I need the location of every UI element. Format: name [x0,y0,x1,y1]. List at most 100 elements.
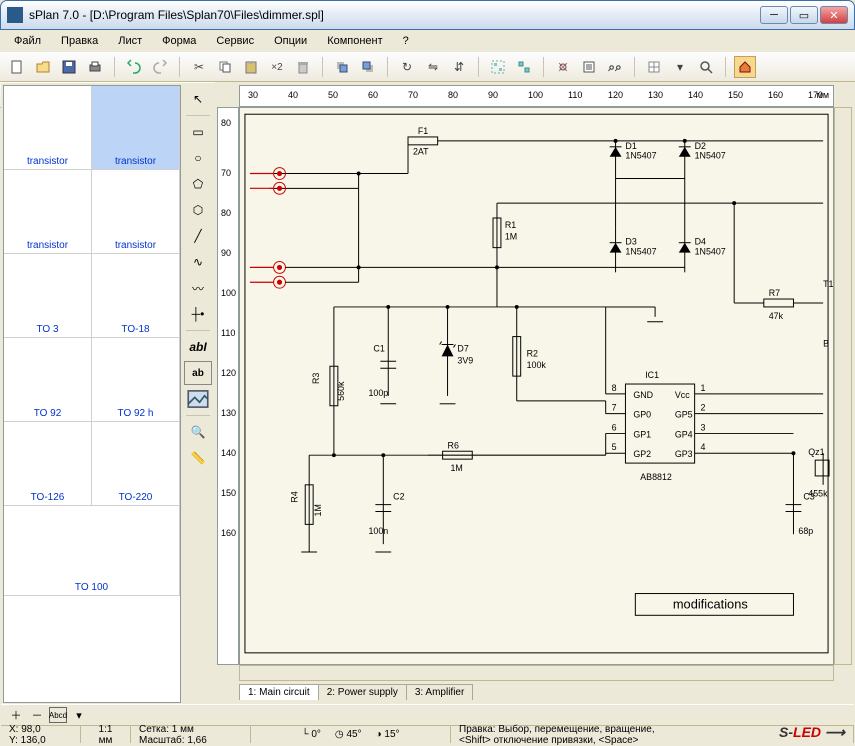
menu-options[interactable]: Опции [266,33,315,49]
svg-text:Vcc: Vcc [675,390,690,400]
lib-item-to92h[interactable]: I R OTO 92 h [92,338,180,422]
menu-shape[interactable]: Форма [154,33,204,49]
svg-text:1M: 1M [451,463,463,473]
print-icon[interactable] [84,56,106,78]
svg-text:GP3: GP3 [675,449,693,459]
zoom-tool-icon[interactable]: 🔍 [184,420,212,444]
resistor-R4: R4 1M [289,455,323,544]
rect-tool-icon[interactable]: ▭ [184,120,212,144]
lib-item-to18[interactable]: QBCY 58BOTTOM VIEWTO-18 [92,254,180,338]
save-icon[interactable] [58,56,80,78]
paste-icon[interactable] [240,56,262,78]
junction-tool-icon[interactable]: ┼• [184,302,212,326]
resistor-R1: R11M [493,203,517,267]
line-tool-icon[interactable]: ╱ [184,224,212,248]
status-coords: X: 98,0Y: 136,0 [1,726,81,743]
zoom-in-icon[interactable]: ＋ [7,707,25,723]
textblock-tool-icon[interactable]: ab [184,361,212,385]
svg-text:100n: 100n [368,526,388,536]
lib-item-to3[interactable]: Q2N 3055BOTTOM VIEWTO 3 [4,254,92,338]
curve-tool-icon[interactable]: ∿ [184,250,212,274]
tab-3[interactable]: 3: Amplifier [406,684,473,700]
group-icon[interactable] [487,56,509,78]
lib-item-to100[interactable]: TO 100 top viewTO 100 [4,506,180,596]
cap-C2: C2100n [368,455,404,552]
chevron-down-icon[interactable]: ▾ [70,707,88,723]
svg-text:R4: R4 [289,491,299,502]
back-icon[interactable] [357,56,379,78]
duplicate-icon[interactable]: ×2 [266,56,288,78]
close-button[interactable]: ✕ [820,6,848,24]
list-icon[interactable] [578,56,600,78]
tab-1[interactable]: 1: Main circuit [239,684,319,700]
diode-D1: D11N5407 [610,141,657,179]
zoom-icon[interactable] [695,56,717,78]
menu-service[interactable]: Сервис [208,33,262,49]
grid-icon[interactable] [643,56,665,78]
snap-icon[interactable] [552,56,574,78]
svg-text:R3: R3 [311,373,321,384]
svg-text:Qz1: Qz1 [808,447,824,457]
mirror-v-icon[interactable]: ⇵ [448,56,470,78]
svg-text:AB8812: AB8812 [640,472,672,482]
svg-text:IC1: IC1 [645,370,659,380]
lib-item-transistor-2[interactable]: transistor [92,86,180,170]
library-panel: transistor transistor transistor transis… [3,85,181,703]
minimize-button[interactable]: ─ [760,6,788,24]
mirror-h-icon[interactable]: ⇋ [422,56,444,78]
svg-text:1M: 1M [313,504,323,516]
svg-text:2AT: 2AT [413,147,429,157]
ungroup-icon[interactable] [513,56,535,78]
open-icon[interactable] [32,56,54,78]
search-icon[interactable]: ⌕⌕ [604,56,626,78]
textlabel-tool-icon[interactable]: abI [184,335,212,359]
schematic-canvas[interactable]: F1 2AT D11N5407 D21N5407 D31N5407 [239,107,834,665]
abcd-icon[interactable]: Abcd [49,707,67,723]
menu-help[interactable]: ? [395,33,417,49]
lib-item-transistor-1[interactable]: transistor [4,86,92,170]
copy-icon[interactable] [214,56,236,78]
circle-tool-icon[interactable]: ○ [184,146,212,170]
menu-sheet[interactable]: Лист [110,33,150,49]
input-terminals [250,168,286,289]
horizontal-ruler: 30 40 50 60 70 80 90 100 110 120 130 140… [239,85,834,107]
svg-text:47k: 47k [769,311,784,321]
menu-file[interactable]: Файл [6,33,49,49]
resistor-R3: R3560k [311,307,346,455]
new-icon[interactable] [6,56,28,78]
cut-icon[interactable]: ✂ [188,56,210,78]
special-shape-icon[interactable]: ⬡ [184,198,212,222]
lib-item-to126[interactable]: TO-126 [4,422,92,506]
redo-icon[interactable] [149,56,171,78]
poly-tool-icon[interactable]: ⬠ [184,172,212,196]
menu-component[interactable]: Компонент [319,33,390,49]
lib-item-transistor-3[interactable]: transistor [4,170,92,254]
lib-item-transistor-4[interactable]: transistor [92,170,180,254]
measure-tool-icon[interactable]: 📏 [184,446,212,470]
rotate-icon[interactable]: ↻ [396,56,418,78]
front-icon[interactable] [331,56,353,78]
undo-icon[interactable] [123,56,145,78]
delete-icon[interactable] [292,56,314,78]
maximize-button[interactable]: ▭ [790,6,818,24]
lib-item-to220[interactable]: TO-220 [92,422,180,506]
svg-text:GP1: GP1 [633,429,651,439]
svg-text:D7: D7 [457,343,468,353]
home-icon[interactable] [734,56,756,78]
svg-text:3: 3 [701,422,706,432]
main-toolbar: ✂ ×2 ↻ ⇋ ⇵ ⌕⌕ ▾ [0,52,855,82]
svg-text:C1: C1 [373,343,384,353]
vertical-scrollbar[interactable] [834,107,852,665]
bezier-tool-icon[interactable]: 〰 [184,276,212,300]
menu-edit[interactable]: Правка [53,33,106,49]
zener-D7: D73V9 [440,307,474,404]
horizontal-scrollbar[interactable] [239,665,834,681]
dropdown-icon[interactable]: ▾ [669,56,691,78]
ic-IC1: IC1 GNDVcc GP0GP5 GP1GP4 GP2GP3 8 7 6 5 … [606,370,715,482]
window-title: sPlan 7.0 - [D:\Program Files\Splan70\Fi… [29,8,760,22]
lib-item-to92[interactable]: E B CTO 92 [4,338,92,422]
zoom-out-icon[interactable]: － [28,707,46,723]
select-tool-icon[interactable]: ↖ [184,87,212,111]
tab-2[interactable]: 2: Power supply [318,684,407,700]
image-tool-icon[interactable] [184,387,212,411]
